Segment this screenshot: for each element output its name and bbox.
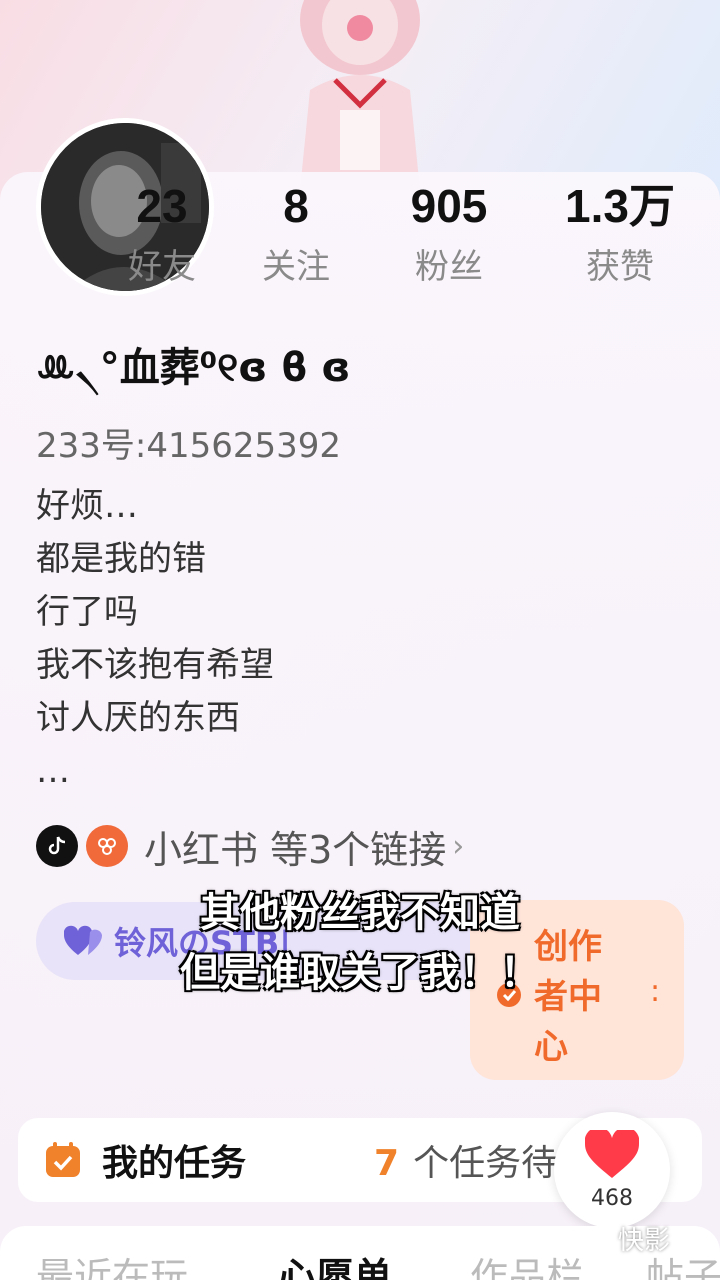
bio-line: … — [36, 751, 70, 791]
video-subtitle-line-1: 其他粉丝我不知道 — [200, 890, 520, 936]
links-label: 小红书 等3个链接 — [144, 827, 447, 872]
tab-wishlist[interactable]: 心愿单 — [278, 1246, 392, 1280]
stat-likes[interactable]: 1.3万 获赞 — [540, 178, 700, 292]
app-link-icon — [86, 825, 128, 867]
profile-stats: 23 好友 8 关注 905 粉丝 1.3万 获赞 — [0, 178, 720, 298]
user-id[interactable]: 233号:415625392 — [36, 418, 341, 467]
nickname: ꔛ৲°血葬⁰୧ɞ ϐ ɞ — [36, 345, 351, 391]
stat-following-label: 关注 — [262, 247, 330, 287]
stat-likes-label: 获赞 — [586, 247, 654, 287]
stat-followers-value: 905 — [410, 180, 488, 232]
chevron-right-icon: › — [452, 828, 465, 864]
stat-followers[interactable]: 905 粉丝 — [369, 178, 529, 292]
watermark-text: 快影 — [618, 1226, 671, 1256]
like-count: 468 — [591, 1186, 633, 1211]
video-subtitle-line-2: 但是谁取关了我！！ — [180, 950, 540, 996]
kuaiying-watermark: 快影 — [582, 1220, 670, 1257]
calendar-check-icon — [46, 1142, 80, 1177]
task-count: 7 个任务待 — [374, 1134, 557, 1186]
bio-line: 讨人厌的东西 — [36, 698, 240, 738]
bio-line: 好烦… — [36, 486, 138, 526]
douyin-icon — [36, 825, 78, 867]
task-count-suffix: 个任务待 — [413, 1143, 558, 1184]
stat-following[interactable]: 8 关注 — [216, 178, 376, 292]
bio: 好烦… 都是我的错 行了吗 我不该抱有希望 讨人厌的东西 … — [36, 480, 274, 798]
stat-followers-label: 粉丝 — [415, 247, 483, 287]
bio-line: 都是我的错 — [36, 539, 206, 579]
tab-works[interactable]: 作品栏 — [470, 1246, 584, 1280]
heart-like-icon — [585, 1130, 639, 1178]
like-button[interactable]: 468 — [554, 1112, 670, 1228]
banner-character-image — [300, 0, 420, 190]
my-tasks-title: 我的任务 — [102, 1143, 247, 1184]
tab-recent-play[interactable]: 最近在玩 — [36, 1246, 188, 1280]
bio-line: 行了吗 — [36, 592, 138, 632]
bio-line: 我不该抱有希望 — [36, 645, 274, 685]
task-count-number: 7 — [374, 1143, 400, 1184]
external-links[interactable]: 小红书 等3个链接 › — [36, 818, 464, 874]
video-watermark-icon — [582, 1227, 612, 1250]
stat-following-value: 8 — [283, 180, 309, 232]
stat-likes-value: 1.3万 — [565, 180, 675, 232]
